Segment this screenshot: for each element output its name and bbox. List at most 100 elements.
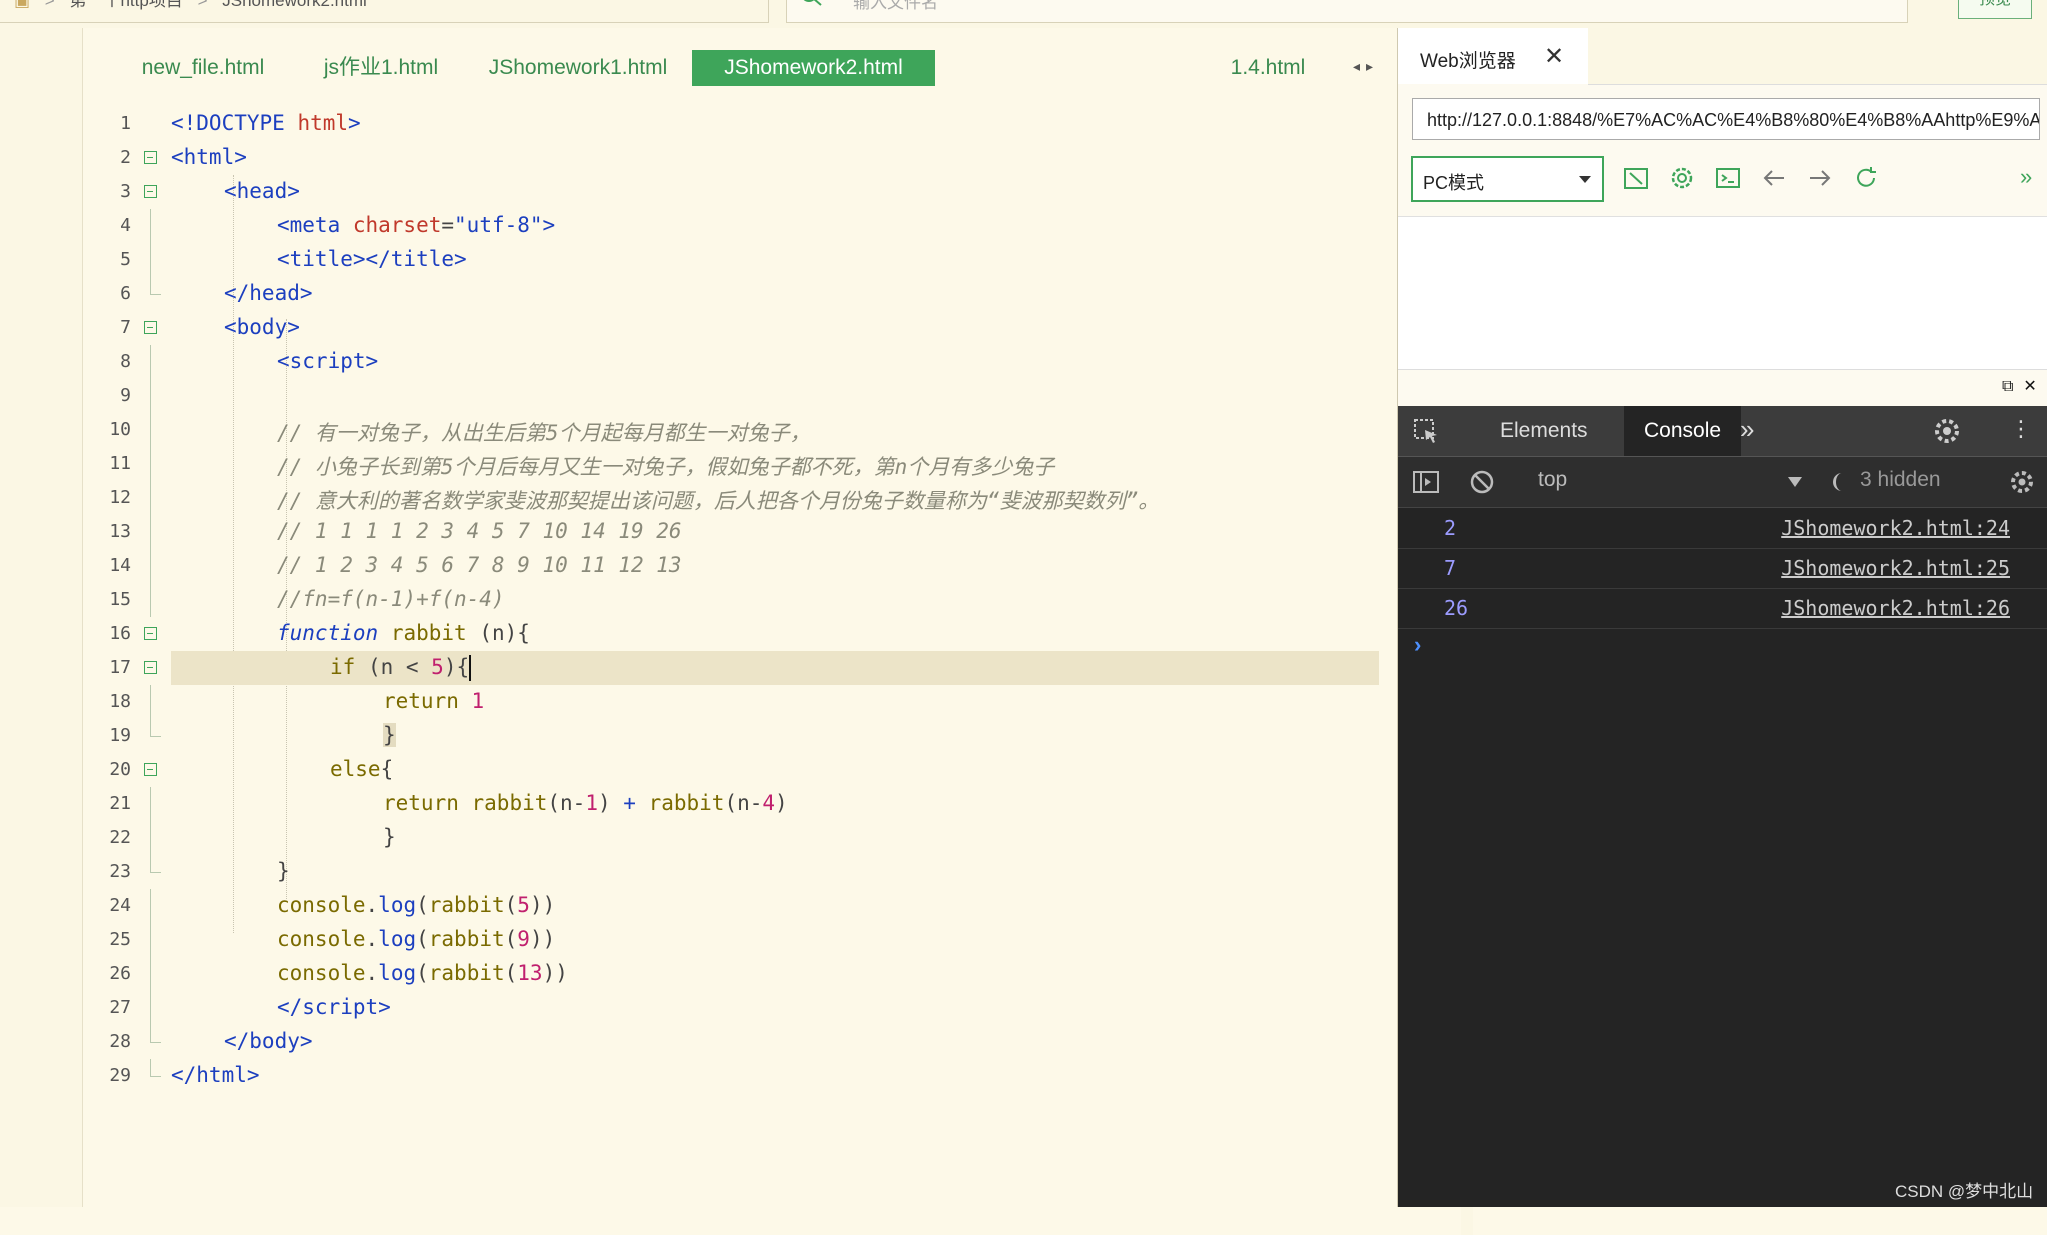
- code-line: 29 </html>: [83, 1059, 1383, 1093]
- code-editor[interactable]: new_file.html js作业1.html JShomework1.htm…: [83, 28, 1473, 1235]
- close-icon[interactable]: ✕: [1544, 42, 1564, 71]
- undock-close-icon[interactable]: ⧉✕: [2002, 376, 2047, 396]
- code-line: 22 }: [83, 821, 1383, 855]
- log-value: 7: [1444, 556, 1457, 580]
- tab-elements[interactable]: Elements: [1480, 406, 1608, 456]
- console-log-row: 2 JShomework2.html:24: [1398, 508, 2047, 549]
- code-line: 2 <html>: [120, 145, 247, 169]
- more-tabs-icon[interactable]: »: [1740, 414, 1754, 445]
- code-line: 20 else{: [109, 757, 394, 781]
- refresh-icon[interactable]: [1852, 164, 1880, 192]
- search-input[interactable]: 输入文件名: [853, 0, 938, 13]
- code-line: 15 //fn=f(n-1)+f(n-4): [83, 583, 1383, 617]
- fold-toggle-icon[interactable]: [144, 185, 157, 198]
- code-line: 5 <title></title>: [83, 243, 1383, 277]
- log-value: 26: [1444, 596, 1469, 620]
- code-line: 4 <meta charset="utf-8">: [83, 209, 1383, 243]
- log-source-link[interactable]: JShomework2.html:25: [1781, 556, 2010, 580]
- breadcrumb-project[interactable]: 第一个http项目: [69, 0, 182, 10]
- file-search[interactable]: 输入文件名: [786, 0, 1908, 23]
- inspect-element-icon[interactable]: [1412, 417, 1440, 445]
- code-line: 13 // 1 1 1 1 2 3 4 5 7 10 14 19 26: [83, 515, 1383, 549]
- code-line: 14 // 1 2 3 4 5 6 7 8 9 10 11 12 13: [83, 549, 1383, 583]
- fold-toggle-icon[interactable]: [144, 661, 157, 674]
- code-comment: // 1 1 1 1 2 3 4 5 7 10 14 19 26: [277, 519, 682, 543]
- chevron-down-icon[interactable]: [1788, 477, 1802, 487]
- kebab-menu-icon[interactable]: ⋮: [2010, 416, 2032, 442]
- fold-toggle-icon[interactable]: [144, 321, 157, 334]
- console-log-row: 26 JShomework2.html:26: [1398, 588, 2047, 629]
- preview-button[interactable]: 预览: [1958, 0, 2032, 19]
- code-line: 26 console.log(rabbit(13)): [83, 957, 1383, 991]
- tab-jshomework1[interactable]: JShomework1.html: [483, 50, 673, 86]
- context-select[interactable]: top: [1538, 468, 1567, 492]
- code-comment: //fn=f(n-1)+f(n-4): [277, 587, 505, 611]
- devtools-tabbar: Elements Console » ⋮: [1398, 406, 2047, 457]
- project-sidebar: [0, 28, 83, 1207]
- console-prompt-icon[interactable]: ›: [1414, 632, 1421, 658]
- mode-label: PC模式: [1423, 173, 1485, 193]
- code-line: 11 // 小兔子长到第5个月后每月又生一对兔子，假如兔子都不死，第n个月有多少…: [83, 447, 1383, 481]
- sidebar-toggle-icon[interactable]: [1412, 470, 1440, 494]
- code-line: 1 <!DOCTYPE html>: [120, 111, 361, 135]
- browser-tab-strip: [1588, 28, 2047, 85]
- console-settings-icon[interactable]: [2008, 468, 2036, 496]
- clear-console-icon[interactable]: [1468, 468, 1496, 496]
- code-line: 10 // 有一对兔子，从出生后第5个月起每月都生一对兔子，: [83, 413, 1383, 447]
- code-comment: // 小兔子长到第5个月后每月又生一对兔子，假如兔子都不死，第n个月有多少兔子: [277, 455, 1055, 479]
- code-line: 19 }: [83, 719, 1383, 753]
- log-value: 2: [1444, 516, 1457, 540]
- watermark: CSDN @梦中北山: [1895, 1182, 2034, 1201]
- gear-icon[interactable]: [1932, 416, 1962, 446]
- code-line: 6 </head>: [83, 277, 1383, 311]
- code-line: 16 function rabbit (n){: [109, 621, 530, 645]
- terminal-icon[interactable]: [1714, 164, 1742, 192]
- browser-tab[interactable]: Web浏览器 ✕: [1398, 28, 1589, 84]
- fold-toggle-icon[interactable]: [144, 627, 157, 640]
- devtools-panel: Elements Console » ⋮ top 3 hidden 2 JSho…: [1398, 406, 2047, 1207]
- browser-tab-label: Web浏览器: [1420, 51, 1516, 72]
- forward-arrow-icon[interactable]: [1806, 164, 1834, 192]
- code-comment: // 1 2 3 4 5 6 7 8 9 10 11 12 13: [277, 553, 682, 577]
- tab-new-file[interactable]: new_file.html: [123, 50, 283, 86]
- fold-toggle-icon[interactable]: [144, 763, 157, 776]
- back-arrow-icon[interactable]: [1760, 164, 1788, 192]
- code-line: 8 <script>: [83, 345, 1383, 379]
- open-external-icon[interactable]: [1622, 164, 1650, 192]
- code-line: 27 </script>: [83, 991, 1383, 1025]
- url-input[interactable]: http://127.0.0.1:8848/%E7%AC%AC%E4%B8%80…: [1412, 98, 2040, 140]
- console-log-row: 7 JShomework2.html:25: [1398, 548, 2047, 589]
- tab-js-homework1[interactable]: js作业1.html: [301, 50, 461, 86]
- code-line: 9: [83, 379, 1383, 413]
- code-line: 28 </body>: [83, 1025, 1383, 1059]
- eye-icon[interactable]: [1826, 470, 1850, 494]
- code-line: 7 <body>: [120, 315, 300, 339]
- code-line: 24 console.log(rabbit(5)): [83, 889, 1383, 923]
- settings-icon[interactable]: [1668, 164, 1696, 192]
- tab-console[interactable]: Console: [1624, 406, 1742, 456]
- log-source-link[interactable]: JShomework2.html:26: [1781, 596, 2010, 620]
- fold-toggle-icon[interactable]: [144, 151, 157, 164]
- folder-icon: ▣: [14, 0, 31, 10]
- tab-1-4[interactable]: 1.4.html: [1213, 50, 1323, 86]
- breadcrumb: ▣ > 第一个http项目 > JShomework2.html: [14, 0, 367, 11]
- log-source-link[interactable]: JShomework2.html:24: [1781, 516, 2010, 540]
- page-preview-area[interactable]: [1398, 216, 2047, 370]
- code-line-current: 17 if (n < 5){: [83, 651, 1383, 685]
- tab-jshomework2[interactable]: JShomework2.html: [692, 50, 935, 86]
- web-browser-panel: Web浏览器 ✕ http://127.0.0.1:8848/%E7%AC%AC…: [1397, 28, 2047, 1207]
- code-line: 21 return rabbit(n-1) + rabbit(n-4): [83, 787, 1383, 821]
- mode-dropdown[interactable]: PC模式: [1411, 156, 1604, 202]
- code-line: 3 <head>: [120, 179, 300, 203]
- console-toolbar: top 3 hidden: [1398, 457, 2047, 508]
- hidden-count[interactable]: 3 hidden: [1860, 468, 1941, 492]
- top-bar: ▣ > 第一个http项目 > JShomework2.html 输入文件名 预…: [0, 0, 2047, 28]
- double-chevron-right-icon[interactable]: »: [2020, 164, 2032, 190]
- tab-scroll-arrows-icon[interactable]: ◂▸: [1353, 58, 1379, 75]
- breadcrumb-file[interactable]: JShomework2.html: [222, 0, 367, 10]
- code-line: 25 console.log(rabbit(9)): [83, 923, 1383, 957]
- code-line: 12 // 意大利的著名数学家斐波那契提出该问题，后人把各个月份兔子数量称为“斐…: [83, 481, 1383, 515]
- text-cursor: [469, 655, 472, 681]
- search-icon: [803, 0, 822, 6]
- code-comment: // 意大利的著名数学家斐波那契提出该问题，后人把各个月份兔子数量称为“斐波那契…: [277, 489, 1160, 513]
